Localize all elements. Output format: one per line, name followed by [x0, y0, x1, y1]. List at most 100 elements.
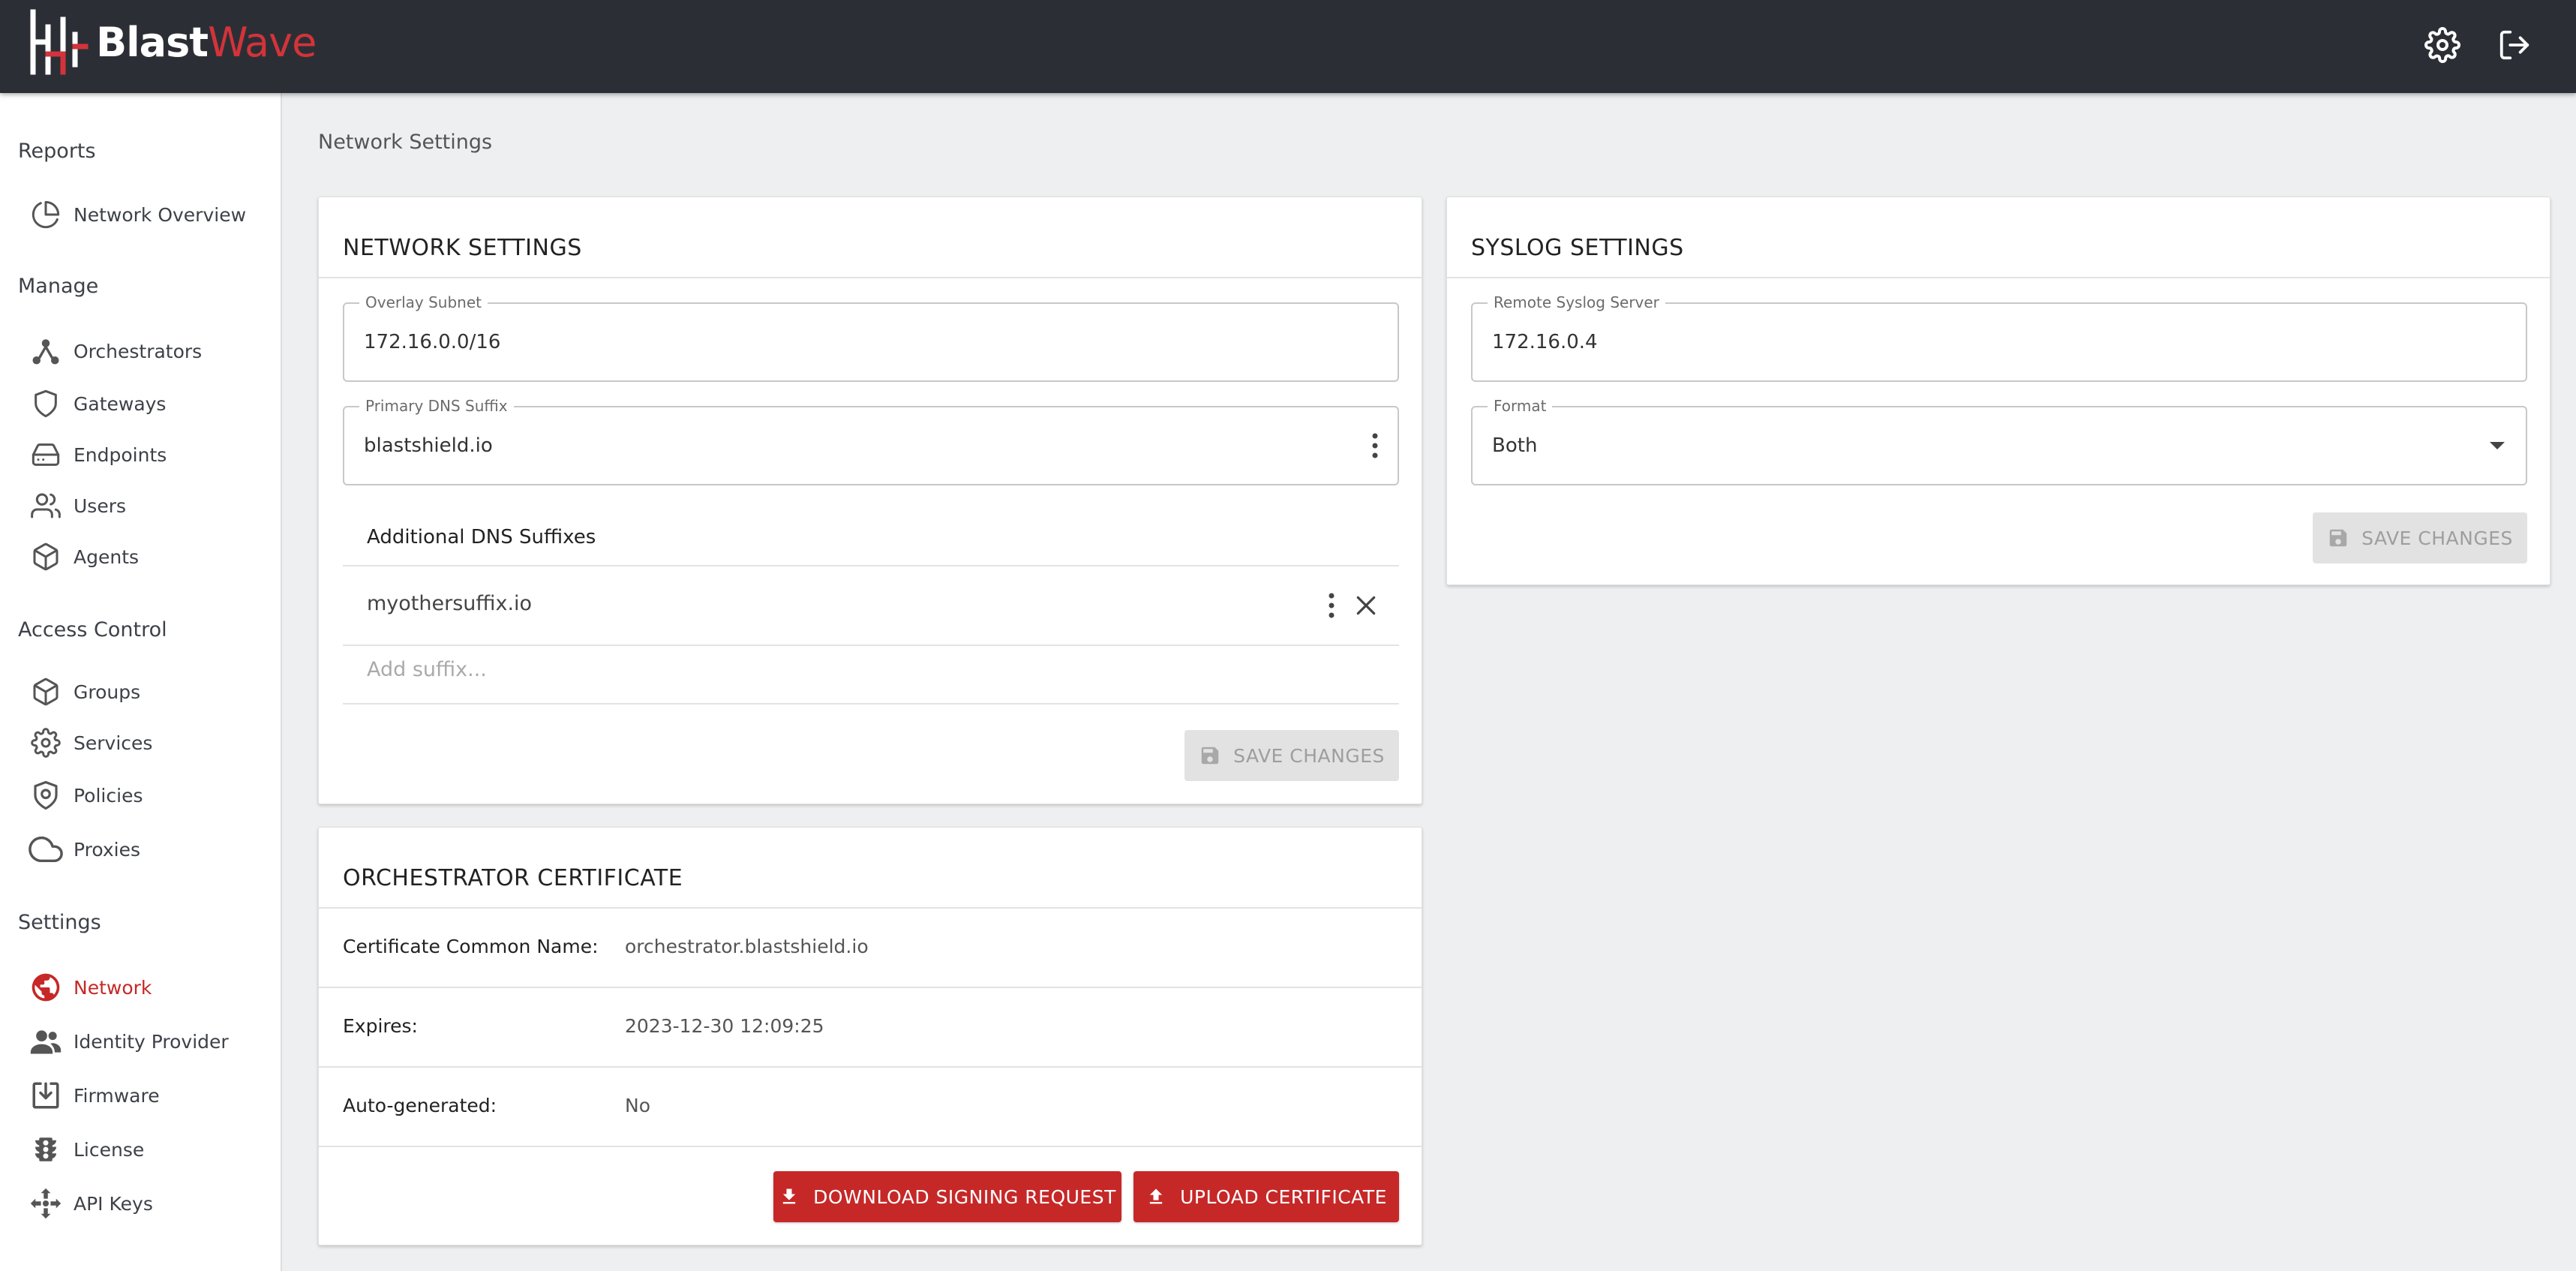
button-label: UPLOAD CERTIFICATE	[1180, 1185, 1387, 1208]
sidebar-item-label: Services	[74, 732, 153, 754]
sidebar-section-settings: Settings	[18, 911, 101, 934]
sidebar-item-identity-provider[interactable]: Identity Provider	[27, 1020, 267, 1062]
sidebar-item-label: License	[74, 1138, 145, 1161]
sidebar-item-api-keys[interactable]: API Keys	[27, 1182, 267, 1224]
card-title: NETWORK SETTINGS	[343, 235, 582, 261]
shield-check-icon	[27, 777, 65, 814]
syslog-settings-card: SYSLOG SETTINGS Remote Syslog Server 172…	[1446, 197, 2550, 585]
close-icon[interactable]	[1350, 589, 1383, 622]
gear-icon	[27, 724, 65, 762]
card-divider	[319, 1146, 1422, 1147]
download-icon	[782, 1188, 796, 1204]
download-box-icon	[27, 1077, 65, 1114]
sidebar-item-label: Agents	[74, 545, 140, 568]
list-divider	[343, 565, 1399, 566]
sidebar-item-network[interactable]: Network	[27, 966, 267, 1008]
brand-name-part1: Blast	[96, 18, 209, 66]
cert-row-value: 2023-12-30 12:09:25	[625, 1015, 824, 1037]
upload-certificate-button[interactable]: UPLOAD CERTIFICATE	[1133, 1171, 1399, 1222]
breadcrumb: Network Settings	[318, 131, 493, 154]
settings-button[interactable]	[2420, 23, 2465, 68]
gear-icon	[2424, 27, 2460, 63]
card-divider	[1447, 277, 2550, 278]
list-divider	[343, 703, 1399, 705]
logout-button[interactable]	[2492, 23, 2537, 68]
sidebar-item-users[interactable]: Users	[27, 485, 267, 527]
sidebar-item-orchestrators[interactable]: Orchestrators	[27, 330, 267, 372]
sidebar-item-groups[interactable]: Groups	[27, 671, 267, 713]
card-title: SYSLOG SETTINGS	[1471, 235, 1684, 261]
people-icon	[27, 1023, 65, 1060]
brand-name-part2: Wave	[208, 18, 317, 66]
network-settings-card: NETWORK SETTINGS Overlay Subnet 172.16.0…	[318, 197, 1422, 804]
sidebar-item-label: Orchestrators	[74, 340, 203, 362]
more-vert-icon[interactable]	[1371, 407, 1380, 484]
brand-name: BlastWave	[96, 18, 317, 66]
primary-dns-suffix-field[interactable]: Primary DNS Suffix blastshield.io	[343, 397, 1399, 485]
globe-icon	[27, 969, 65, 1006]
sidebar-item-proxies[interactable]: Proxies	[27, 828, 267, 870]
card-title: ORCHESTRATOR CERTIFICATE	[343, 865, 683, 891]
sidebar-item-label: Policies	[74, 784, 143, 807]
save-changes-button[interactable]: SAVE CHANGES	[2313, 512, 2527, 563]
sidebar-item-label: Proxies	[74, 838, 141, 861]
cert-row-label: Auto-generated:	[343, 1095, 497, 1116]
cert-row-value: orchestrator.blastshield.io	[625, 936, 869, 957]
sidebar-section-reports: Reports	[18, 140, 96, 163]
button-label: DOWNLOAD SIGNING REQUEST	[813, 1185, 1116, 1208]
sidebar-item-services[interactable]: Services	[27, 722, 267, 764]
sidebar-item-firmware[interactable]: Firmware	[27, 1074, 267, 1116]
sidebar-item-label: Network Overview	[74, 203, 247, 226]
sidebar-item-label: API Keys	[74, 1192, 153, 1215]
traffic-light-icon	[27, 1131, 65, 1168]
sidebar-item-network-overview[interactable]: Network Overview	[27, 194, 267, 236]
blastwave-logo[interactable]: BlastWave	[27, 9, 317, 75]
sidebar-item-label: Endpoints	[74, 443, 167, 466]
card-divider	[319, 277, 1422, 278]
card-divider	[319, 987, 1422, 988]
cloud-icon	[27, 831, 65, 868]
button-label: SAVE CHANGES	[2361, 527, 2513, 549]
field-value: 172.16.0.4	[1492, 331, 1598, 353]
remote-syslog-server-field[interactable]: Remote Syslog Server 172.16.0.4	[1471, 293, 2527, 382]
package-icon	[27, 538, 65, 575]
hub-icon	[27, 332, 65, 370]
field-value: blastshield.io	[364, 434, 493, 457]
move-icon	[27, 1185, 65, 1222]
sidebar-item-endpoints[interactable]: Endpoints	[27, 434, 267, 476]
sidebar-item-label: Identity Provider	[74, 1030, 229, 1053]
sidebar-item-label: Firmware	[74, 1084, 160, 1107]
card-divider	[319, 907, 1422, 909]
sidebar-item-label: Groups	[74, 681, 141, 703]
users-icon	[27, 487, 65, 524]
sidebar-item-policies[interactable]: Policies	[27, 774, 267, 816]
sidebar-item-license[interactable]: License	[27, 1128, 267, 1170]
sidebar-item-label: Gateways	[74, 392, 167, 415]
sidebar-section-manage: Manage	[18, 275, 99, 298]
dns-suffix-item: myothersuffix.io	[367, 592, 533, 615]
download-signing-request-button[interactable]: DOWNLOAD SIGNING REQUEST	[773, 1171, 1121, 1222]
overlay-subnet-field[interactable]: Overlay Subnet 172.16.0.0/16	[343, 293, 1399, 382]
card-divider	[319, 1066, 1422, 1068]
pie-chart-icon	[27, 196, 65, 233]
more-vert-icon[interactable]	[1315, 589, 1348, 622]
sidebar-item-label: Network	[74, 976, 152, 999]
logo-mark-icon	[30, 9, 89, 75]
sidebar-item-gateways[interactable]: Gateways	[27, 383, 267, 425]
logout-icon	[2499, 30, 2529, 60]
hard-drive-icon	[27, 436, 65, 473]
dropdown-arrow-icon[interactable]	[2488, 407, 2506, 484]
format-select[interactable]: Format Both	[1471, 397, 2527, 485]
cert-row-label: Certificate Common Name:	[343, 936, 599, 957]
orchestrator-certificate-card: ORCHESTRATOR CERTIFICATE Certificate Com…	[318, 827, 1422, 1245]
sidebar-item-agents[interactable]: Agents	[27, 536, 267, 578]
button-label: SAVE CHANGES	[1233, 744, 1385, 767]
list-divider	[343, 645, 1399, 646]
save-icon	[1201, 747, 1219, 765]
sidebar: Reports Network Overview Manage Orchestr…	[0, 93, 282, 1271]
shield-icon	[27, 385, 65, 422]
save-changes-button[interactable]: SAVE CHANGES	[1184, 730, 1399, 781]
save-icon	[2329, 529, 2347, 547]
sidebar-section-access-control: Access Control	[18, 618, 167, 642]
add-suffix-input[interactable]: Add suffix...	[367, 658, 487, 681]
